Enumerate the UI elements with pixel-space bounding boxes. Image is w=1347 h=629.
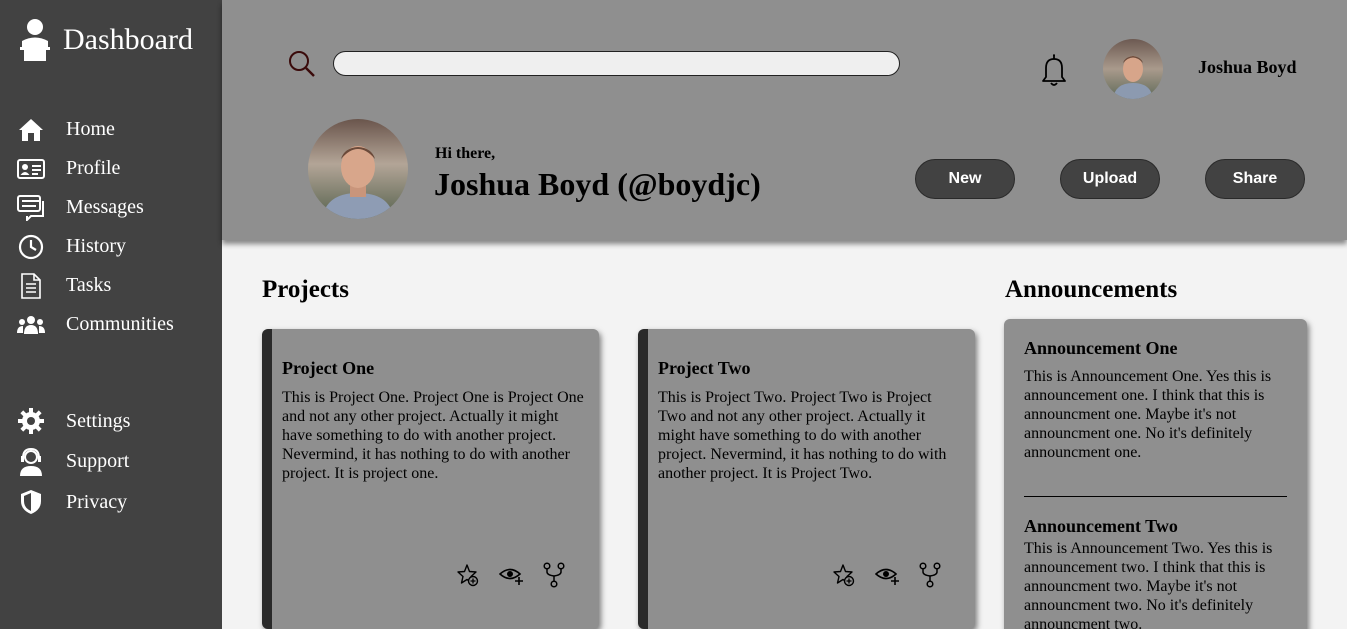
header: Joshua Boyd Hi there, Joshua Boyd (@boyd… <box>222 0 1347 240</box>
document-icon <box>17 272 45 300</box>
announcements-panel: Announcement One This is Announcement On… <box>1004 319 1307 629</box>
sidebar-item-label: Messages <box>66 196 144 218</box>
project-title: Project Two <box>658 358 751 378</box>
sidebar-item-privacy[interactable]: Privacy <box>0 482 222 523</box>
sidebar-item-communities[interactable]: Communities <box>0 305 222 344</box>
sidebar-item-label: Profile <box>66 157 121 179</box>
profile-avatar <box>308 119 408 219</box>
sidebar-nav-bottom: Settings Support Privacy <box>0 401 222 523</box>
avatar[interactable] <box>1103 39 1163 99</box>
announcement-title: Announcement Two <box>1024 516 1178 536</box>
announcements-title: Announcements <box>1005 276 1178 303</box>
sidebar-item-label: Settings <box>66 409 131 432</box>
fork-icon[interactable] <box>917 562 943 588</box>
upload-button[interactable]: Upload <box>1060 159 1160 199</box>
sidebar-item-messages[interactable]: Messages <box>0 188 222 227</box>
greeting: Hi there, <box>435 145 496 162</box>
project-description: This is Project One. Project One is Proj… <box>282 389 584 482</box>
id-card-icon <box>17 155 45 183</box>
new-button[interactable]: New <box>915 159 1015 199</box>
users-icon <box>17 311 45 339</box>
messages-icon <box>17 194 45 222</box>
sidebar: Dashboard Home Profile Messages History <box>0 0 222 629</box>
project-actions <box>455 562 584 588</box>
sidebar-item-label: Privacy <box>66 490 128 513</box>
sidebar-item-settings[interactable]: Settings <box>0 401 222 442</box>
watch-add-icon[interactable] <box>498 562 524 588</box>
brand-title: Dashboard <box>63 23 193 56</box>
divider <box>1024 496 1287 497</box>
sidebar-item-support[interactable]: Support <box>0 442 222 483</box>
sidebar-item-label: Tasks <box>66 274 112 296</box>
star-add-icon[interactable] <box>455 562 481 588</box>
project-title: Project One <box>282 358 375 378</box>
home-icon <box>17 116 45 144</box>
search-icon[interactable] <box>288 50 316 78</box>
gear-icon <box>17 407 45 435</box>
bell-icon[interactable] <box>1037 53 1071 87</box>
profile-fullname: Joshua Boyd (@boydjc) <box>434 166 761 202</box>
clock-icon <box>17 233 45 261</box>
announcement-text: This is Announcement One. Yes this is an… <box>1024 368 1272 461</box>
sidebar-nav: Home Profile Messages History Tasks Comm… <box>0 110 222 344</box>
project-actions <box>831 562 960 588</box>
sidebar-item-label: History <box>66 235 126 257</box>
sidebar-item-home[interactable]: Home <box>0 110 222 149</box>
shield-icon <box>17 488 45 516</box>
project-card[interactable]: Project One This is Project One. Project… <box>262 329 599 629</box>
sidebar-item-label: Support <box>66 450 130 473</box>
watch-add-icon[interactable] <box>874 562 900 588</box>
presenter-icon <box>20 19 50 61</box>
fork-icon[interactable] <box>541 562 567 588</box>
share-button[interactable]: Share <box>1205 159 1305 199</box>
announcement-text: This is Announcement Two. Yes this is an… <box>1024 540 1273 629</box>
sidebar-item-profile[interactable]: Profile <box>0 149 222 188</box>
project-description: This is Project Two. Project Two is Proj… <box>658 389 947 482</box>
star-add-icon[interactable] <box>831 562 857 588</box>
search-input[interactable] <box>333 51 900 76</box>
announcement-title: Announcement One <box>1024 338 1178 358</box>
support-agent-icon <box>17 447 45 476</box>
brand[interactable]: Dashboard <box>16 18 193 62</box>
project-card[interactable]: Project Two This is Project Two. Project… <box>638 329 975 629</box>
sidebar-item-label: Communities <box>66 313 174 335</box>
sidebar-item-label: Home <box>66 118 115 140</box>
sidebar-item-tasks[interactable]: Tasks <box>0 266 222 305</box>
header-username[interactable]: Joshua Boyd <box>1198 57 1297 78</box>
sidebar-item-history[interactable]: History <box>0 227 222 266</box>
projects-title: Projects <box>262 276 349 303</box>
